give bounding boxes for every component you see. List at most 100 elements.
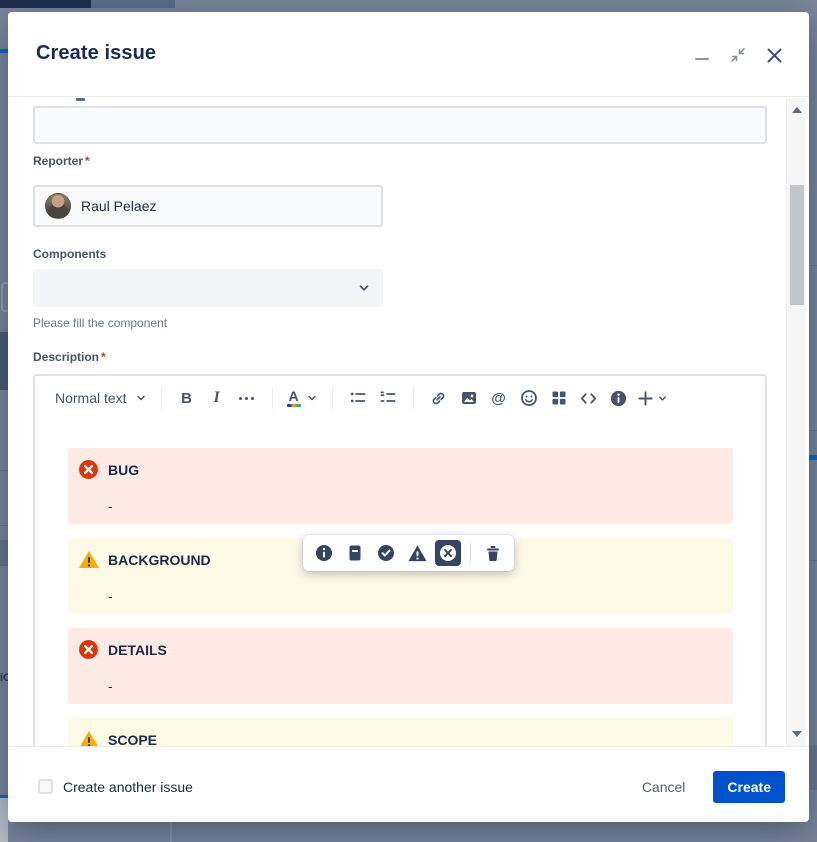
backdrop-separator — [0, 470, 8, 471]
warning-panel-icon — [407, 543, 428, 563]
vertical-scrollbar[interactable] — [786, 98, 806, 746]
info-icon — [609, 389, 628, 408]
image-icon — [460, 389, 478, 407]
description-label: Description* — [33, 350, 106, 364]
text-color-button[interactable]: A — [283, 384, 322, 412]
modal-scroll-area: Reporter* Raul Pelaez Components Please … — [8, 98, 809, 746]
panel-title: BUG — [108, 460, 721, 480]
warning-panel-option[interactable] — [404, 540, 430, 566]
clipped-field-label — [76, 98, 85, 101]
toolbar-divider — [161, 387, 162, 409]
panel-body: - — [108, 496, 721, 516]
italic-button[interactable]: I — [202, 384, 232, 412]
create-button[interactable]: Create — [713, 771, 785, 803]
error-panel-option[interactable] — [435, 540, 461, 566]
components-helper-text: Please fill the component — [33, 316, 167, 330]
create-another-checkbox[interactable] — [38, 779, 53, 794]
italic-icon: I — [213, 389, 219, 407]
emoji-button[interactable] — [514, 384, 544, 412]
scroll-up-icon[interactable] — [792, 107, 802, 113]
close-button[interactable] — [761, 42, 787, 68]
panel-type-toolbar — [303, 535, 514, 571]
backdrop-separator — [809, 560, 817, 561]
backdrop-topbar-dark — [0, 0, 91, 8]
info-panel-icon — [314, 543, 334, 563]
text-style-dropdown[interactable]: Normal text — [51, 384, 151, 412]
info-panel-button[interactable] — [604, 384, 634, 412]
mention-icon: @ — [491, 390, 506, 407]
insert-more-button[interactable] — [634, 384, 671, 412]
chevron-down-icon — [357, 281, 371, 295]
components-select[interactable] — [33, 269, 383, 307]
window-controls — [689, 42, 787, 68]
close-icon — [766, 47, 783, 64]
create-issue-modal: Create issue R — [8, 12, 809, 822]
warning-icon — [78, 729, 100, 746]
chevron-down-icon — [306, 392, 318, 404]
code-icon — [579, 389, 598, 408]
chevron-down-icon — [657, 393, 668, 404]
toolbar-divider — [272, 387, 273, 409]
backdrop-seam — [170, 822, 172, 842]
insert-image-button[interactable] — [454, 384, 484, 412]
info-panel-option[interactable] — [311, 540, 337, 566]
modal-footer: Create another issue Cancel Create — [8, 746, 809, 822]
error-panel-icon — [438, 543, 458, 563]
panel-details[interactable]: DETAILS - — [68, 628, 733, 704]
scroll-down-icon[interactable] — [792, 731, 802, 737]
plus-icon — [637, 390, 654, 407]
panel-scope[interactable]: SCOPE — [68, 718, 733, 746]
panel-body: - — [108, 676, 721, 696]
avatar — [45, 193, 71, 219]
backdrop-separator — [809, 265, 817, 266]
backdrop-sidebar-band — [0, 540, 8, 566]
code-block-button[interactable] — [574, 384, 604, 412]
trash-icon — [484, 544, 502, 563]
warning-icon — [78, 549, 100, 570]
reporter-label: Reporter* — [33, 154, 90, 168]
panel-title: SCOPE — [108, 730, 721, 746]
editor-toolbar: Normal text B I A — [35, 376, 765, 420]
remove-panel-button[interactable] — [480, 540, 506, 566]
error-icon — [78, 459, 99, 480]
bullet-list-icon — [349, 389, 367, 407]
mention-button[interactable]: @ — [484, 384, 514, 412]
note-panel-icon — [345, 543, 365, 563]
reporter-value: Raul Pelaez — [81, 198, 157, 214]
minimize-button[interactable] — [689, 42, 715, 68]
error-icon — [78, 639, 99, 660]
insert-table-button[interactable] — [544, 384, 574, 412]
create-another-label: Create another issue — [63, 779, 193, 795]
backdrop-blue-line-left — [0, 49, 8, 53]
scrollbar-thumb[interactable] — [790, 185, 804, 305]
emoji-icon — [520, 389, 538, 407]
bullet-list-button[interactable] — [343, 384, 373, 412]
bold-button[interactable]: B — [172, 384, 202, 412]
backdrop-button-outline — [1, 282, 8, 312]
page-title: Create issue — [36, 42, 156, 65]
cancel-button[interactable]: Cancel — [632, 771, 696, 803]
reporter-field[interactable]: Raul Pelaez — [33, 185, 383, 227]
success-panel-option[interactable] — [373, 540, 399, 566]
link-button[interactable] — [424, 384, 454, 412]
editor-body[interactable]: BUG - BACKGROUND - — [35, 420, 765, 746]
panel-body: - — [108, 586, 721, 606]
minimize-icon — [695, 58, 709, 60]
ordered-list-button[interactable] — [373, 384, 403, 412]
toolbar-divider — [470, 543, 471, 563]
bold-icon: B — [181, 390, 192, 407]
backdrop-sidebar-band — [0, 332, 8, 390]
toolbar-divider — [332, 387, 333, 409]
required-marker: * — [85, 154, 90, 168]
panel-bug[interactable]: BUG - — [68, 448, 733, 524]
required-marker: * — [101, 350, 106, 364]
note-panel-option[interactable] — [342, 540, 368, 566]
panel-title: DETAILS — [108, 640, 721, 660]
success-panel-icon — [376, 543, 396, 563]
backdrop-clipped-text: iC — [0, 672, 8, 684]
more-icon — [239, 397, 254, 400]
more-formatting-button[interactable] — [232, 384, 262, 412]
modal-header: Create issue — [8, 12, 809, 97]
exit-fullscreen-button[interactable] — [725, 42, 751, 68]
summary-input[interactable] — [33, 106, 767, 144]
